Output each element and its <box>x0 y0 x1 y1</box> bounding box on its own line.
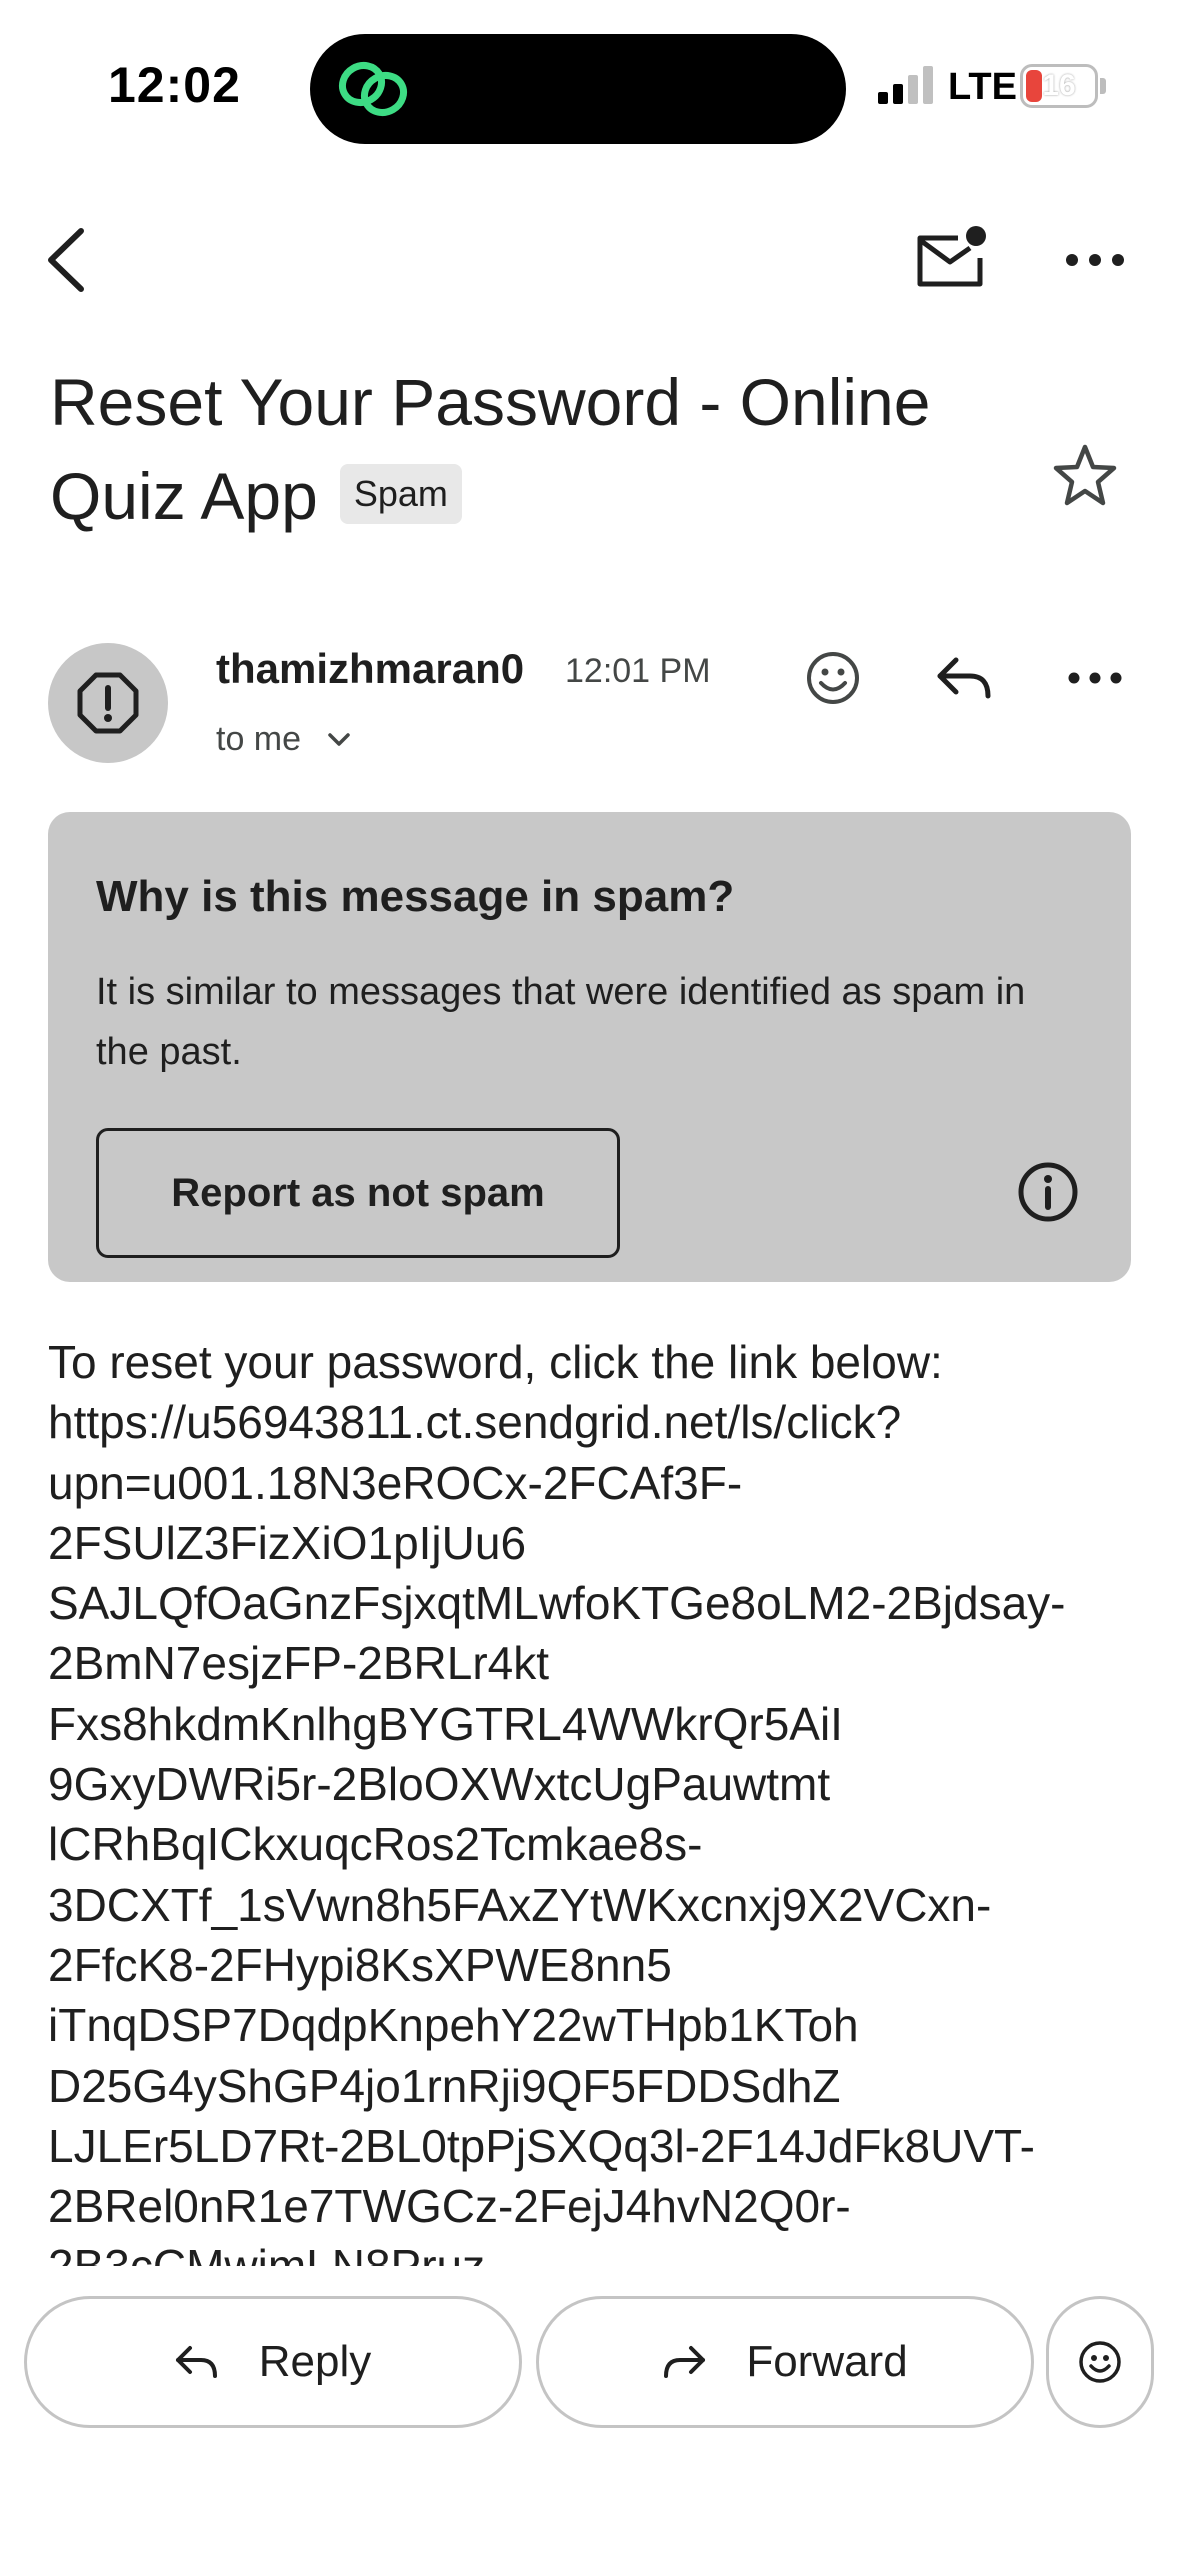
sender-avatar[interactable] <box>48 643 168 763</box>
spam-warning-icon <box>77 672 139 734</box>
reset-link-line[interactable]: 3DCXTf_1sVwn8h5FAxZYtWKxcnxj9X2VCxn- <box>48 1875 1148 1935</box>
info-icon <box>1018 1162 1078 1222</box>
sent-time: 12:01 PM <box>565 652 711 690</box>
reset-link-line[interactable]: 9GxyDWRi5r-2BloOXWxtcUgPauwtmt <box>48 1754 1148 1814</box>
body-line: To reset your password, click the link b… <box>48 1336 943 1388</box>
chevron-left-icon <box>48 228 84 292</box>
spam-label-chip[interactable]: Spam <box>339 463 462 524</box>
emoji-react-icon <box>807 652 859 704</box>
email-body: To reset your password, click the link b… <box>48 1332 1148 2266</box>
star-outline-icon <box>1053 444 1117 506</box>
mail-unread-icon <box>917 226 986 287</box>
reset-link-line[interactable]: 2BRel0nR1e7TWGCz-2FejJ4hvN2Q0r- <box>48 2176 1148 2236</box>
reply-label: Reply <box>258 2337 372 2386</box>
chevron-down-icon <box>328 732 350 746</box>
recipient-label: to me <box>216 720 302 758</box>
battery-cap <box>1100 78 1106 94</box>
status-bar: 12:02 LTE 16 <box>0 0 1179 160</box>
reset-link-line[interactable]: 2FSUlZ3FizXiO1pIjUu6 <box>48 1513 1148 1573</box>
network-type: LTE <box>948 66 1017 108</box>
signal-strength-icon <box>878 66 933 104</box>
reset-link-line[interactable]: Fxs8hkdmKnlhgBYGTRL4WWkrQr5AiI <box>48 1694 1148 1754</box>
more-horizontal-icon <box>1068 672 1122 684</box>
battery-percent: 16 <box>1042 69 1076 102</box>
reset-link-line[interactable]: iTnqDSP7DqdpKnpehY22wTHpb1KToh <box>48 1995 1148 2055</box>
reply-button[interactable]: Reply <box>24 2296 522 2428</box>
reply-button-header[interactable] <box>920 633 1010 723</box>
forward-icon <box>664 2346 706 2378</box>
mark-unread-button[interactable] <box>906 212 996 302</box>
reset-link-line[interactable]: LJLEr5LD7Rt-2BL0tpPjSXQq3l-2F14JdFk8UVT- <box>48 2116 1148 2176</box>
back-button[interactable] <box>30 215 100 305</box>
reset-link-line[interactable]: SAJLQfOaGnzFsjxqtMLwfoKTGe8oLM2-2Bjdsay- <box>48 1573 1148 1633</box>
sender-name[interactable]: thamizhmaran0 <box>216 645 524 693</box>
reply-icon <box>175 2346 217 2378</box>
message-more-button[interactable] <box>1050 633 1140 723</box>
spam-notice-title: Why is this message in spam? <box>96 872 735 921</box>
status-time: 12:02 <box>108 57 241 113</box>
forward-label: Forward <box>746 2337 908 2386</box>
recipient-details-toggle[interactable]: to me <box>216 720 351 759</box>
forward-button[interactable]: Forward <box>536 2296 1034 2428</box>
link-activity-icon <box>338 61 408 117</box>
more-options-button[interactable] <box>1050 220 1140 300</box>
reset-link-line[interactable]: 2B3cCMwimLN8Pruz <box>48 2236 1148 2266</box>
spam-notice-text: It is similar to messages that were iden… <box>96 971 1026 1073</box>
star-button[interactable] <box>1040 430 1130 520</box>
battery-icon: 16 <box>1020 64 1098 108</box>
subject-text: Reset Your Password - Online Quiz App <box>50 365 931 533</box>
add-reaction-button[interactable] <box>788 633 878 723</box>
emoji-reaction-button[interactable] <box>1046 2296 1154 2428</box>
more-horizontal-icon <box>1066 254 1124 266</box>
report-not-spam-button[interactable]: Report as not spam <box>96 1128 620 1258</box>
reset-link-line[interactable]: 2FfcK8-2FHypi8KsXPWE8nn5 <box>48 1935 1148 1995</box>
reset-link-line[interactable]: upn=u001.18N3eROCx-2FCAf3F- <box>48 1453 1148 1513</box>
reset-link-line[interactable]: 2BmN7esjzFP-2BRLr4kt <box>48 1633 1148 1693</box>
reset-link-line[interactable]: D25G4yShGP4jo1rnRji9QF5FDDSdhZ <box>48 2056 1148 2116</box>
emoji-react-icon <box>1079 2341 1121 2383</box>
spam-info-button[interactable] <box>1008 1152 1088 1232</box>
email-subject: Reset Your Password - Online Quiz App Spa… <box>50 355 1030 543</box>
reply-icon <box>937 657 991 699</box>
dynamic-island <box>310 34 846 144</box>
reset-link-line[interactable]: lCRhBqICkxuqcRos2Tcmkae8s- <box>48 1814 1148 1874</box>
reset-link-line[interactable]: https://u56943811.ct.sendgrid.net/ls/cli… <box>48 1392 1148 1452</box>
spam-notice-card: Why is this message in spam? It is simil… <box>48 812 1131 1282</box>
